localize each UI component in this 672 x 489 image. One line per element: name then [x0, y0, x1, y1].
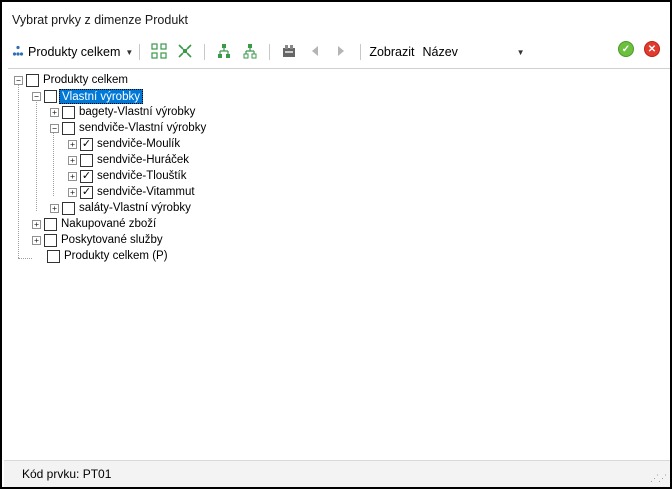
- tree-node[interactable]: + bagety-Vlastní výrobky: [50, 104, 197, 120]
- tree-checkbox[interactable]: [44, 217, 57, 231]
- tree-checkbox[interactable]: ✓: [80, 185, 93, 199]
- tree-checkbox[interactable]: [80, 153, 93, 167]
- tree-checkbox[interactable]: [47, 249, 60, 263]
- window-title: Vybrat prvky z dimenze Produkt: [12, 13, 188, 27]
- tree-node-label: sendviče-Vlastní výrobky: [79, 121, 207, 134]
- tree-expander[interactable]: −: [50, 123, 59, 133]
- collapse-all-button[interactable]: [174, 41, 196, 63]
- tree-node-label: Produkty celkem (P): [64, 249, 168, 262]
- select-children-icon: [216, 43, 232, 62]
- tree-node[interactable]: + sendviče-Huráček: [68, 152, 191, 168]
- select-children-button[interactable]: [213, 41, 235, 63]
- tree-node-label: sendviče-Huráček: [97, 153, 190, 166]
- chevron-down-icon: ▼: [516, 47, 525, 57]
- expand-all-icon: [151, 42, 167, 62]
- tree-expander[interactable]: +: [68, 187, 77, 197]
- tree-node-label: sendviče-Moulík: [97, 137, 181, 150]
- tree-connector: [53, 132, 54, 196]
- toolbar: Produkty celkem ▼ Zobrazit Název ▼ ✓ ✕: [4, 38, 670, 66]
- tree-connector: [36, 100, 37, 211]
- toolbar-separator: [139, 44, 141, 60]
- prev-icon: [310, 45, 320, 60]
- tree-checkbox[interactable]: [44, 233, 57, 247]
- expand-all-button[interactable]: [148, 41, 170, 63]
- tree-node[interactable]: + saláty-Vlastní výrobky: [50, 200, 193, 216]
- tree-expander[interactable]: +: [68, 171, 77, 181]
- tree-expander[interactable]: +: [50, 203, 59, 213]
- show-select-value: Název: [422, 45, 458, 59]
- tree-node[interactable]: + ✓ sendviče-Tlouštík: [68, 168, 188, 184]
- previous-button[interactable]: [304, 41, 326, 63]
- cancel-icon: ✕: [647, 43, 657, 55]
- tree-view[interactable]: − Produkty celkem − Vlastní výrobky + ba…: [8, 68, 670, 458]
- tree-node[interactable]: + ✓ sendviče-Moulík: [68, 136, 182, 152]
- tree-expander[interactable]: +: [68, 139, 77, 149]
- filter-icon: [281, 43, 297, 62]
- tree-checkbox[interactable]: [62, 121, 75, 135]
- dialog-window: Vybrat prvky z dimenze Produkt Produkty …: [0, 0, 672, 489]
- show-select[interactable]: Název ▼: [420, 42, 530, 62]
- tree-checkbox[interactable]: [62, 201, 75, 215]
- chevron-down-icon: ▼: [125, 47, 134, 57]
- status-text: Kód prvku: PT01: [22, 467, 112, 481]
- tree-node-label: saláty-Vlastní výrobky: [79, 201, 191, 214]
- tree-node[interactable]: Produkty celkem (P): [44, 248, 170, 264]
- tree-node[interactable]: − sendviče-Vlastní výrobky: [50, 120, 208, 136]
- tree-expander[interactable]: −: [14, 75, 23, 85]
- tree-node[interactable]: + Nakupované zboží: [32, 216, 158, 232]
- next-icon: [336, 45, 346, 60]
- collapse-all-icon: [177, 43, 193, 62]
- tree-node[interactable]: − Produkty celkem: [14, 72, 130, 88]
- toolbar-separator: [360, 44, 362, 60]
- tree-node-label: Vlastní výrobky: [59, 88, 143, 104]
- hierarchy-icon: [12, 45, 24, 60]
- tree-node[interactable]: + ✓ sendviče-Vitammut: [68, 184, 197, 200]
- dialog-actions: ✓ ✕: [618, 41, 660, 57]
- resize-grip-icon[interactable]: ⋰⋰: [650, 473, 667, 484]
- ok-button[interactable]: ✓: [618, 41, 634, 57]
- select-descendants-button[interactable]: [239, 41, 261, 63]
- toolbar-separator: [204, 44, 206, 60]
- tree-connector: [18, 84, 19, 258]
- dimension-dropdown[interactable]: Produkty celkem ▼: [12, 41, 133, 63]
- title-bar: Vybrat prvky z dimenze Produkt: [4, 4, 670, 36]
- status-bar: Kód prvku: PT01 ⋰⋰: [4, 460, 670, 487]
- tree-node[interactable]: − Vlastní výrobky: [32, 88, 143, 104]
- dimension-dropdown-label: Produkty celkem: [28, 45, 121, 59]
- tree-expander[interactable]: +: [50, 107, 59, 117]
- toolbar-separator: [269, 44, 271, 60]
- tree-expander[interactable]: −: [32, 91, 41, 101]
- filter-button[interactable]: [278, 41, 300, 63]
- tree-connector: [18, 258, 32, 259]
- next-button[interactable]: [330, 41, 352, 63]
- tree-node-label: Produkty celkem: [43, 73, 129, 86]
- tree-node-label: Nakupované zboží: [61, 217, 157, 230]
- tree-expander[interactable]: +: [32, 235, 41, 245]
- tree-checkbox[interactable]: [62, 105, 75, 119]
- tree-checkbox[interactable]: [44, 89, 57, 103]
- tree-node-label: bagety-Vlastní výrobky: [79, 105, 196, 118]
- tree-node-label: Poskytované služby: [61, 233, 163, 246]
- select-descendants-icon: [242, 43, 258, 62]
- tree-node-label: sendviče-Vitammut: [97, 185, 195, 198]
- tree-node[interactable]: + Poskytované služby: [32, 232, 165, 248]
- cancel-button[interactable]: ✕: [644, 41, 660, 57]
- tree-checkbox[interactable]: ✓: [80, 137, 93, 151]
- tree-expander[interactable]: +: [68, 155, 77, 165]
- show-label: Zobrazit: [369, 45, 415, 59]
- ok-icon: ✓: [621, 43, 631, 55]
- tree-checkbox[interactable]: [26, 73, 39, 87]
- tree-node-label: sendviče-Tlouštík: [97, 169, 187, 182]
- tree-expander[interactable]: +: [32, 219, 41, 229]
- tree-checkbox[interactable]: ✓: [80, 169, 93, 183]
